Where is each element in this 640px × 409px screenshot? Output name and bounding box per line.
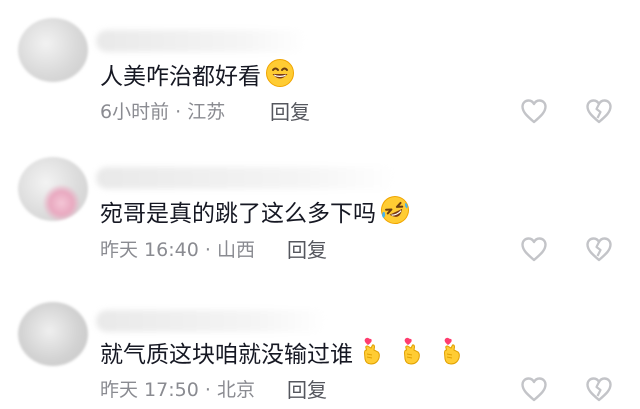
meta-separator: ·	[204, 379, 211, 401]
comment-time: 昨天 16:40	[100, 239, 199, 261]
heart-outline-icon[interactable]	[519, 234, 549, 264]
finger-heart-emoji	[397, 336, 427, 374]
broken-heart-icon[interactable]	[584, 374, 614, 404]
comment-location: 江苏	[187, 101, 226, 123]
comment-item: 人美咋治都好看 6小时前 · 江苏 回复	[0, 0, 640, 130]
heart-outline-icon[interactable]	[519, 374, 549, 404]
finger-heart-emoji	[437, 336, 467, 374]
comment-text: 宛哥是真的跳了这么多下吗	[100, 195, 410, 233]
broken-heart-icon[interactable]	[584, 234, 614, 264]
grinning-face-emoji	[265, 58, 295, 96]
avatar[interactable]	[18, 18, 88, 82]
meta-separator: ·	[204, 239, 211, 261]
username-blurred[interactable]	[96, 310, 326, 332]
reply-button[interactable]: 回复	[287, 378, 327, 402]
username-blurred[interactable]	[96, 30, 306, 52]
comment-text: 就气质这块咱就没输过谁	[100, 336, 467, 374]
comment-item: 就气质这块咱就没输过谁 昨天 17:50 · 北京 回复	[0, 280, 640, 409]
comment-meta: 昨天 17:50 · 北京	[100, 378, 255, 402]
finger-heart-emoji	[357, 336, 387, 374]
reply-button[interactable]: 回复	[287, 238, 327, 262]
comment-meta: 昨天 16:40 · 山西	[100, 238, 255, 262]
comment-body: 人美咋治都好看	[100, 64, 261, 90]
comment-meta: 6小时前 · 江苏	[100, 100, 225, 124]
meta-separator: ·	[175, 101, 182, 123]
comment-body: 宛哥是真的跳了这么多下吗	[100, 201, 376, 227]
heart-outline-icon[interactable]	[519, 96, 549, 126]
rolling-laughing-emoji	[380, 195, 410, 233]
avatar[interactable]	[18, 302, 88, 366]
username-blurred[interactable]	[96, 167, 396, 189]
comment-text: 人美咋治都好看	[100, 58, 295, 96]
avatar[interactable]	[18, 157, 88, 221]
comment-location: 山西	[216, 239, 255, 261]
comment-item: 宛哥是真的跳了这么多下吗 昨天 16:40 · 山西 回复	[0, 135, 640, 275]
broken-heart-icon[interactable]	[584, 96, 614, 126]
comment-location: 北京	[216, 379, 255, 401]
comment-time: 昨天 17:50	[100, 379, 199, 401]
reply-button[interactable]: 回复	[270, 100, 310, 124]
comment-body: 就气质这块咱就没输过谁	[100, 342, 353, 368]
comment-time: 6小时前	[100, 101, 170, 123]
